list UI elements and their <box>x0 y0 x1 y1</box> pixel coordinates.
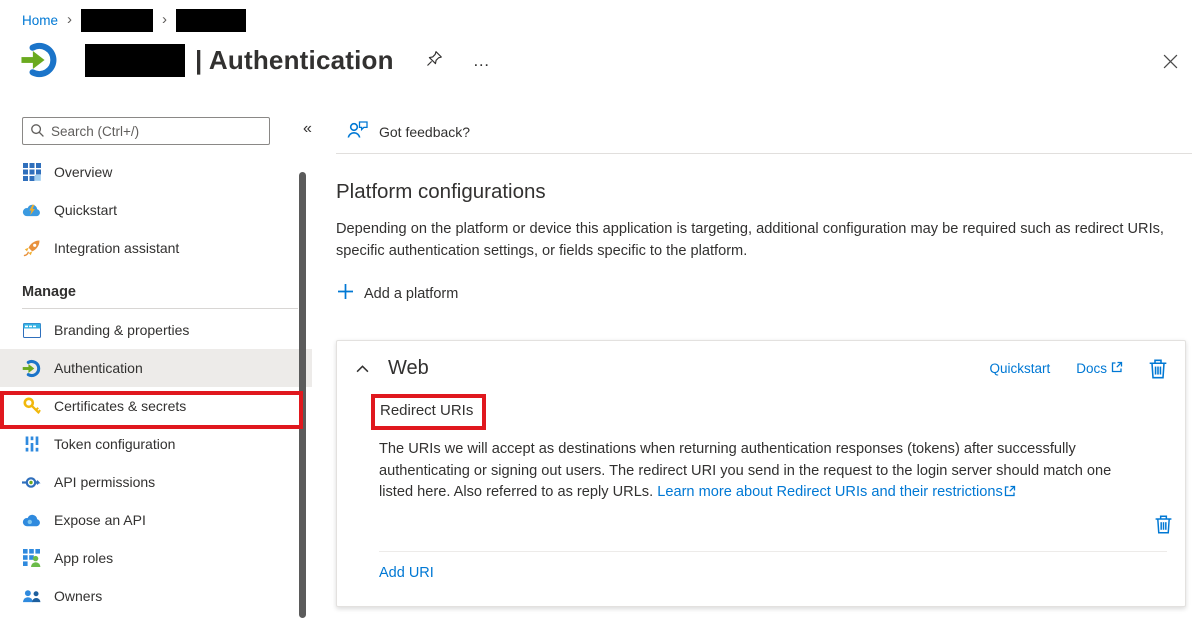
sidebar-item-label: Integration assistant <box>54 240 179 256</box>
sidebar-item-label: Authentication <box>54 360 143 376</box>
close-icon[interactable] <box>1161 52 1180 74</box>
key-icon <box>22 397 41 416</box>
auth-icon <box>22 359 41 378</box>
quickstart-link[interactable]: Quickstart <box>989 361 1050 376</box>
sidebar-item-label: Overview <box>54 164 112 180</box>
external-link-icon <box>1111 361 1123 376</box>
sidebar: « Overview <box>0 112 312 621</box>
sidebar-nav: Overview Quickstart Integra <box>0 153 312 615</box>
got-feedback-button[interactable]: Got feedback? <box>347 120 497 144</box>
sidebar-item-quickstart[interactable]: Quickstart <box>0 191 312 229</box>
sidebar-divider <box>22 308 298 309</box>
redacted-app-name <box>85 44 185 77</box>
browser-icon <box>22 321 41 340</box>
app-roles-icon <box>22 549 41 568</box>
plus-icon <box>338 284 353 304</box>
redirect-uris-label: Redirect URIs <box>380 402 473 419</box>
sidebar-scrollbar[interactable] <box>299 172 306 618</box>
people-icon <box>22 587 41 606</box>
platform-configurations-heading: Platform configurations <box>336 180 1192 204</box>
breadcrumb-separator: › <box>162 12 167 27</box>
got-feedback-label: Got feedback? <box>379 124 470 140</box>
delete-uri-icon[interactable] <box>1155 515 1172 534</box>
breadcrumb-separator: › <box>67 12 72 27</box>
search-icon <box>30 123 45 138</box>
more-options-icon[interactable]: … <box>469 50 495 71</box>
add-uri-link[interactable]: Add URI <box>379 565 434 581</box>
redacted-breadcrumb-item[interactable] <box>176 9 246 32</box>
sidebar-item-integration-assistant[interactable]: Integration assistant <box>0 229 312 267</box>
breadcrumb: Home › › <box>22 9 246 32</box>
uri-list-divider <box>379 551 1167 552</box>
sidebar-item-branding-properties[interactable]: Branding & properties <box>0 311 312 349</box>
toolbar-divider <box>336 153 1192 154</box>
docs-link-label: Docs <box>1076 361 1107 376</box>
azure-portal-authentication-page: { "colors": { "accent_blue": "#0078d4", … <box>0 0 1200 621</box>
sidebar-search-row: « <box>22 117 296 145</box>
sidebar-item-label: Quickstart <box>54 202 117 218</box>
sidebar-item-overview[interactable]: Overview <box>0 153 312 191</box>
add-platform-button[interactable]: Add a platform <box>338 284 498 304</box>
redirect-uri-row <box>337 505 1185 551</box>
redirect-uris-description: The URIs we will accept as destinations … <box>379 439 1114 505</box>
breadcrumb-home-link[interactable]: Home <box>22 13 58 28</box>
collapse-sidebar-icon[interactable]: « <box>303 120 312 138</box>
sidebar-item-token-configuration[interactable]: Token configuration <box>0 425 312 463</box>
chevron-up-icon[interactable] <box>354 359 371 378</box>
sidebar-section-manage: Manage <box>0 279 312 305</box>
cloud-icon <box>22 511 41 530</box>
app-registration-icon <box>20 41 58 79</box>
sidebar-item-app-roles[interactable]: App roles <box>0 539 312 577</box>
docs-link[interactable]: Docs <box>1076 361 1123 376</box>
learn-more-link[interactable]: Learn more about Redirect URIs and their… <box>657 484 1003 500</box>
cloud-bolt-icon <box>22 201 41 220</box>
sidebar-item-label: Certificates & secrets <box>54 398 186 414</box>
grid-icon <box>22 163 41 182</box>
sidebar-item-label: Branding & properties <box>54 322 189 338</box>
main-content: Got feedback? Platform configurations De… <box>336 112 1192 621</box>
web-card-title: Web <box>388 357 429 380</box>
redirect-uris-section: Redirect URIs <box>371 394 1185 430</box>
search-input[interactable] <box>22 117 270 145</box>
rocket-icon <box>22 239 41 258</box>
annotation-box-redirect-uris: Redirect URIs <box>371 394 486 430</box>
delete-platform-icon[interactable] <box>1149 359 1167 379</box>
sidebar-item-expose-an-api[interactable]: Expose an API <box>0 501 312 539</box>
sidebar-item-api-permissions[interactable]: API permissions <box>0 463 312 501</box>
sidebar-item-label: Expose an API <box>54 512 146 528</box>
sidebar-item-label: Token configuration <box>54 436 175 452</box>
sidebar-item-label: API permissions <box>54 474 155 490</box>
external-link-icon <box>1004 483 1016 505</box>
redacted-breadcrumb-item[interactable] <box>81 9 153 32</box>
web-platform-card: Web Quickstart Docs <box>336 340 1186 607</box>
sidebar-item-label: Owners <box>54 588 102 604</box>
sidebar-item-owners[interactable]: Owners <box>0 577 312 615</box>
page-title: | Authentication <box>195 45 394 76</box>
api-icon <box>22 473 41 492</box>
sidebar-item-certificates-secrets[interactable]: Certificates & secrets <box>0 387 312 425</box>
web-card-header: Web Quickstart Docs <box>337 341 1185 380</box>
token-bars-icon <box>22 435 41 454</box>
platform-configurations-description: Depending on the platform or device this… <box>336 219 1164 262</box>
add-platform-label: Add a platform <box>364 286 458 302</box>
sidebar-item-label: App roles <box>54 550 113 566</box>
feedback-icon <box>347 121 368 143</box>
pin-icon[interactable] <box>424 48 445 72</box>
sidebar-item-authentication[interactable]: Authentication <box>0 349 312 387</box>
page-header: | Authentication … <box>20 41 495 79</box>
